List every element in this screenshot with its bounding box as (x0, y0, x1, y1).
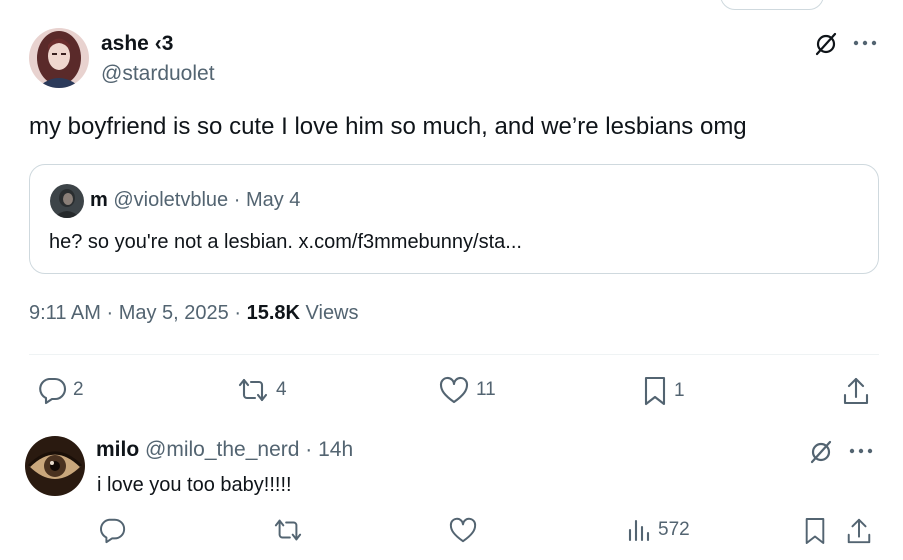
quoted-author-avatar (50, 184, 84, 218)
tweet-meta: 9:11 AM · May 5, 2025 · 15.8K Views (29, 302, 359, 325)
reply-views-count: 572 (658, 519, 690, 540)
reply-bookmark-button[interactable] (803, 516, 827, 546)
like-button[interactable]: 11 (438, 375, 496, 405)
repost-icon (238, 378, 268, 402)
repost-button[interactable]: 4 (236, 375, 287, 405)
share-button[interactable] (841, 375, 871, 407)
grok-icon[interactable] (807, 438, 835, 466)
repost-count: 4 (276, 379, 287, 400)
quoted-display-name: m (90, 189, 108, 211)
meta-separator: · (106, 302, 114, 324)
reply-text: i love you too baby!!!!! (97, 474, 292, 496)
reply-repost-button[interactable] (272, 516, 304, 544)
more-icon[interactable] (848, 440, 874, 462)
reply-like-button[interactable] (448, 516, 478, 544)
views-count: 15.8K (246, 302, 300, 324)
author-avatar[interactable] (29, 28, 89, 88)
heart-icon (439, 376, 469, 404)
bar-chart-icon (628, 519, 650, 542)
tweet-text: my boyfriend is so cute I love him so mu… (29, 113, 747, 140)
author-handle[interactable]: @starduolet (101, 62, 215, 86)
tweet-date[interactable]: May 5, 2025 (119, 302, 229, 324)
reply-separator: · (305, 438, 313, 461)
quoted-tweet-card[interactable] (29, 164, 879, 274)
share-icon (847, 518, 871, 544)
bookmark-icon (805, 518, 825, 544)
reply-icon (100, 518, 126, 544)
repost-icon (274, 519, 302, 541)
reply-share-button[interactable] (845, 516, 873, 546)
quoted-handle: @violetvblue (113, 189, 229, 211)
reply-handle[interactable]: @milo_the_nerd (145, 438, 299, 461)
reply-time[interactable]: 14h (318, 438, 353, 461)
reply-author-avatar[interactable] (25, 436, 85, 496)
bookmark-icon (644, 376, 666, 406)
more-icon[interactable] (852, 32, 878, 54)
follow-pill-button[interactable] (720, 0, 824, 10)
tweet-time[interactable]: 9:11 AM (29, 302, 101, 324)
meta-separator: · (234, 302, 242, 324)
bookmark-button[interactable]: 1 (642, 375, 685, 407)
quoted-date: May 4 (245, 189, 301, 211)
quoted-text: he? so you're not a lesbian. x.com/f3mme… (49, 231, 522, 253)
grok-icon[interactable] (812, 30, 840, 58)
like-count: 11 (476, 379, 496, 400)
reply-button[interactable]: 2 (37, 375, 84, 405)
views-label: Views (305, 302, 359, 324)
quoted-separator: · (233, 189, 241, 211)
divider (29, 354, 879, 355)
author-display-name[interactable]: ashe ‹3 (101, 32, 173, 56)
reply-icon (39, 377, 67, 405)
reply-views-button[interactable]: 572 (626, 516, 690, 544)
bookmark-count: 1 (674, 380, 685, 401)
heart-icon (449, 517, 477, 543)
reply-display-name[interactable]: milo (96, 438, 139, 461)
reply-count: 2 (73, 379, 84, 400)
reply-reply-button[interactable] (98, 516, 126, 544)
share-icon (843, 377, 869, 405)
